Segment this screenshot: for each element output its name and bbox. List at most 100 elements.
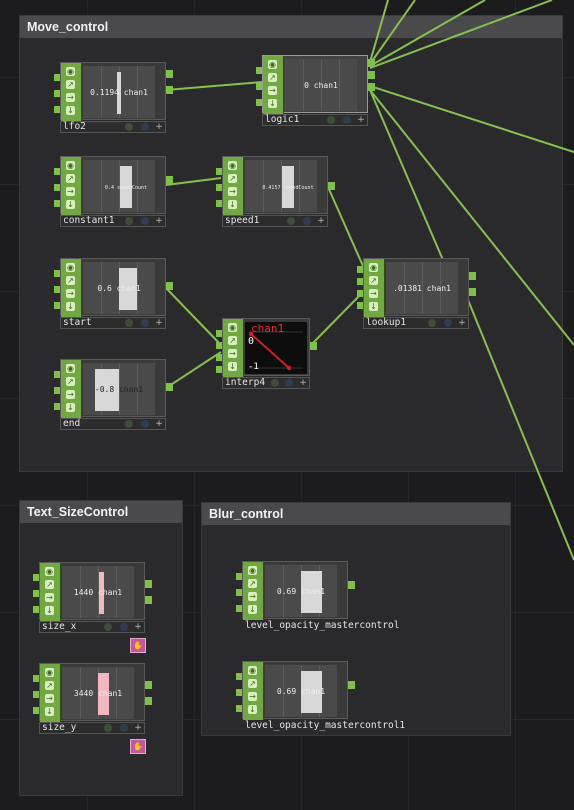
channel-viewer[interactable]: 3440 chan1 xyxy=(62,667,134,719)
bypass-icon[interactable]: ↗ xyxy=(228,174,237,183)
plus-icon[interactable]: + xyxy=(458,319,466,328)
interp4-node[interactable]: ◉ ↗ → ↓ chan1 0 -1 interp4 + xyxy=(216,318,317,398)
hand-icon[interactable]: ✋ xyxy=(130,638,146,653)
arrow-icon[interactable]: → xyxy=(248,692,257,701)
node-name[interactable]: start xyxy=(63,318,92,328)
node-name[interactable]: constant1 xyxy=(63,216,114,226)
bypass-icon[interactable]: ↗ xyxy=(45,681,54,690)
arrow-icon[interactable]: → xyxy=(45,694,54,703)
node-name[interactable]: size_x xyxy=(42,622,76,632)
lfo2-node[interactable]: ◉ ↗ → ↓ 0.1194 chan1 lfo2 + xyxy=(54,62,173,142)
bypass-icon[interactable]: ↗ xyxy=(248,579,257,588)
lock-icon[interactable]: ↓ xyxy=(66,106,75,115)
viewer-icon[interactable]: ◉ xyxy=(248,666,257,675)
arrow-icon[interactable]: → xyxy=(228,187,237,196)
viewer-icon[interactable]: ◉ xyxy=(66,67,75,76)
circle-flag-icon[interactable] xyxy=(125,319,133,327)
viewer-icon[interactable]: ◉ xyxy=(268,60,277,69)
display-flag-icon[interactable] xyxy=(141,123,149,131)
plus-icon[interactable]: + xyxy=(299,379,307,388)
channel-viewer[interactable]: 0.6 chan1 xyxy=(83,262,155,314)
circle-flag-icon[interactable] xyxy=(287,217,295,225)
viewer-icon[interactable]: ◉ xyxy=(248,566,257,575)
plus-icon[interactable]: + xyxy=(134,623,142,632)
plus-icon[interactable]: + xyxy=(155,217,163,226)
viewer-icon[interactable]: ◉ xyxy=(66,263,75,272)
lock-icon[interactable]: ↓ xyxy=(248,705,257,714)
node-name[interactable]: size_y xyxy=(42,723,76,733)
bypass-icon[interactable]: ↗ xyxy=(268,73,277,82)
size-x-node[interactable]: ◉ ↗ → ↓ 1440 chan1 size_x + ✋ xyxy=(33,562,152,653)
speed1-node[interactable]: ◉ ↗ → ↓ 0.4157 speedCount speed1 + xyxy=(216,156,335,236)
channel-viewer[interactable]: 1440 chan1 xyxy=(62,566,134,618)
node-name[interactable]: interp4 xyxy=(225,378,265,388)
viewer-icon[interactable]: ◉ xyxy=(228,161,237,170)
viewer-icon[interactable]: ◉ xyxy=(66,364,75,373)
node-name[interactable]: end xyxy=(63,419,80,429)
display-flag-icon[interactable] xyxy=(141,420,149,428)
lock-icon[interactable]: ↓ xyxy=(45,707,54,716)
channel-viewer[interactable]: 0.4 speedCount xyxy=(83,160,155,212)
lock-icon[interactable]: ↓ xyxy=(66,302,75,311)
circle-flag-icon[interactable] xyxy=(271,379,279,387)
display-flag-icon[interactable] xyxy=(444,319,452,327)
lock-icon[interactable]: ↓ xyxy=(228,200,237,209)
display-flag-icon[interactable] xyxy=(120,724,128,732)
viewer-icon[interactable]: ◉ xyxy=(66,161,75,170)
logic1-node[interactable]: ◉ ↗ → ↓ 0 chan1 logic1 + xyxy=(256,55,375,135)
arrow-icon[interactable]: → xyxy=(228,349,237,358)
plus-icon[interactable]: + xyxy=(357,116,365,125)
bypass-icon[interactable]: ↗ xyxy=(66,377,75,386)
start-node[interactable]: ◉ ↗ → ↓ 0.6 chan1 start + xyxy=(54,258,173,338)
end-node[interactable]: ◉ ↗ → ↓ -0.8 chan1 end + xyxy=(54,359,173,439)
lock-icon[interactable]: ↓ xyxy=(66,200,75,209)
node-name[interactable]: logic1 xyxy=(265,115,299,125)
plus-icon[interactable]: + xyxy=(155,319,163,328)
lock-icon[interactable]: ↓ xyxy=(268,99,277,108)
viewer-icon[interactable]: ◉ xyxy=(45,567,54,576)
plus-icon[interactable]: + xyxy=(155,420,163,429)
channel-viewer[interactable]: 0.1194 chan1 xyxy=(83,66,155,118)
level-opacity-mastercontrol-node[interactable]: ◉ ↗ → ↓ 0.69 chan1 level_opacity_masterc… xyxy=(236,561,399,641)
text-size-control-group[interactable]: Text_SizeControl xyxy=(19,500,183,796)
circle-flag-icon[interactable] xyxy=(327,116,335,124)
size-y-node[interactable]: ◉ ↗ → ↓ 3440 chan1 size_y + ✋ xyxy=(33,663,152,754)
display-flag-icon[interactable] xyxy=(303,217,311,225)
lock-icon[interactable]: ↓ xyxy=(369,302,378,311)
viewer-icon[interactable]: ◉ xyxy=(369,263,378,272)
constant1-node[interactable]: ◉ ↗ → ↓ 0.4 speedCount constant1 + xyxy=(54,156,173,236)
plus-icon[interactable]: + xyxy=(134,724,142,733)
lock-icon[interactable]: ↓ xyxy=(45,606,54,615)
arrow-icon[interactable]: → xyxy=(66,187,75,196)
node-name[interactable]: lfo2 xyxy=(63,122,86,132)
plus-icon[interactable]: + xyxy=(317,217,325,226)
bypass-icon[interactable]: ↗ xyxy=(228,336,237,345)
arrow-icon[interactable]: → xyxy=(66,390,75,399)
display-flag-icon[interactable] xyxy=(285,379,293,387)
hand-icon[interactable]: ✋ xyxy=(130,739,146,754)
display-flag-icon[interactable] xyxy=(120,623,128,631)
circle-flag-icon[interactable] xyxy=(125,420,133,428)
lock-icon[interactable]: ↓ xyxy=(66,403,75,412)
circle-flag-icon[interactable] xyxy=(428,319,436,327)
bypass-icon[interactable]: ↗ xyxy=(45,580,54,589)
node-name[interactable]: speed1 xyxy=(225,216,259,226)
channel-viewer[interactable]: 0.69 chan1 xyxy=(265,565,337,617)
arrow-icon[interactable]: → xyxy=(248,592,257,601)
arrow-icon[interactable]: → xyxy=(66,289,75,298)
node-name[interactable]: level_opacity_mastercontrol1 xyxy=(245,721,405,731)
display-flag-icon[interactable] xyxy=(141,319,149,327)
arrow-icon[interactable]: → xyxy=(45,593,54,602)
node-name[interactable]: level_opacity_mastercontrol xyxy=(245,621,399,631)
viewer-icon[interactable]: ◉ xyxy=(228,323,237,332)
channel-viewer[interactable]: -0.8 chan1 xyxy=(83,363,155,415)
circle-flag-icon[interactable] xyxy=(104,724,112,732)
channel-viewer[interactable]: 0.4157 speedCount xyxy=(245,160,317,212)
lock-icon[interactable]: ↓ xyxy=(248,605,257,614)
bypass-icon[interactable]: ↗ xyxy=(369,276,378,285)
channel-viewer[interactable]: .01381 chan1 xyxy=(386,262,458,314)
arrow-icon[interactable]: → xyxy=(268,86,277,95)
bypass-icon[interactable]: ↗ xyxy=(248,679,257,688)
circle-flag-icon[interactable] xyxy=(125,217,133,225)
plus-icon[interactable]: + xyxy=(155,123,163,132)
